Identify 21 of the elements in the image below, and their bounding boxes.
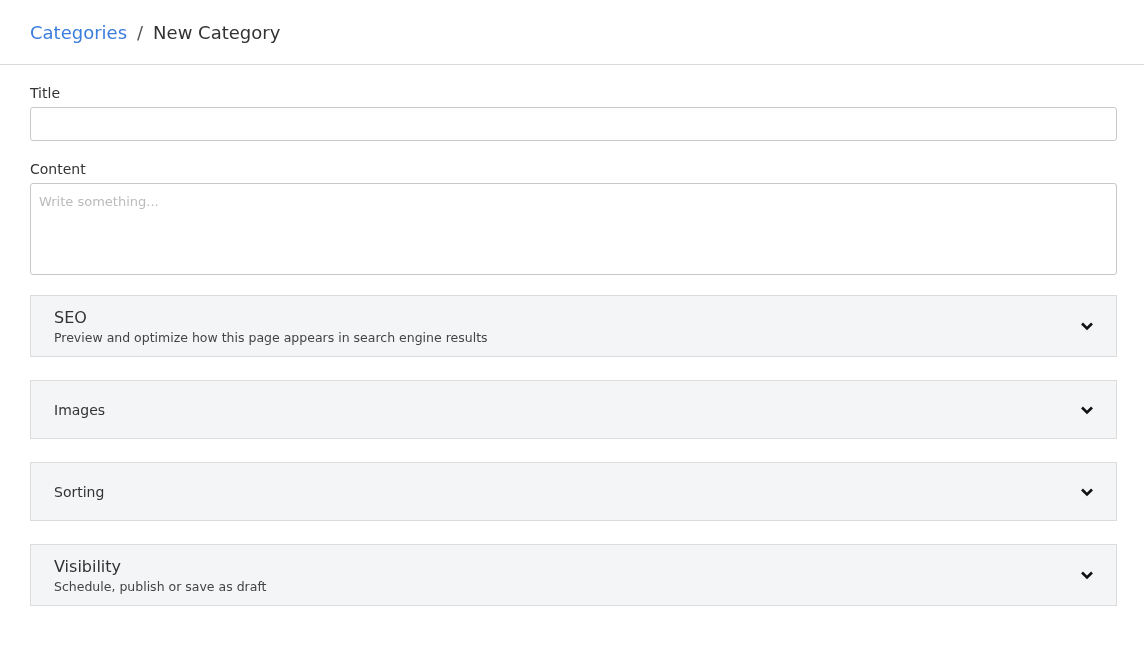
section-title: Images <box>54 401 106 418</box>
page-title: New Category <box>153 21 281 43</box>
field-label: Title <box>30 85 61 101</box>
breadcrumb-separator: / <box>136 21 145 43</box>
collapsible-section[interactable]: Images <box>30 380 1117 439</box>
section-title: Visibility <box>54 556 123 576</box>
section-description: Preview and optimize how this page appears in search engine results <box>54 329 488 345</box>
chevron-down-icon <box>1080 486 1094 497</box>
chevron-down-icon <box>1080 321 1094 331</box>
chevron-down-icon <box>1080 570 1094 580</box>
field-label: Content <box>30 161 87 177</box>
breadcrumb-link[interactable]: Categories <box>30 21 128 43</box>
section-title: SEO <box>54 307 88 327</box>
content-field[interactable]: Write something... <box>30 183 1117 275</box>
collapsible-section[interactable]: Visibility Schedule, publish or save as draft <box>30 544 1117 606</box>
title-field[interactable] <box>30 107 1117 141</box>
chevron-down-icon <box>1080 404 1094 415</box>
collapsible-section[interactable]: Sorting <box>30 462 1117 521</box>
section-description: Schedule, publish or save as draft <box>54 578 267 594</box>
section-title: Sorting <box>54 483 105 500</box>
collapsible-section[interactable]: SEO Preview and optimize how this page appears in search engine results <box>30 295 1117 357</box>
